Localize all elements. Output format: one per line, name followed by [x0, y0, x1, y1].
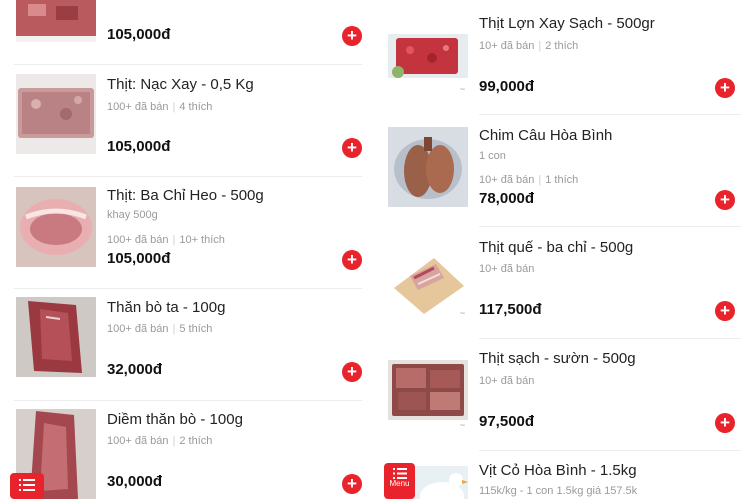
add-to-cart-button[interactable]: +	[715, 78, 735, 98]
sold-count: 10+ đã bán	[479, 263, 535, 275]
product-price: 32,000đ	[107, 361, 163, 378]
divider	[14, 400, 362, 401]
product-image[interactable]	[16, 187, 96, 267]
add-to-cart-button[interactable]: +	[342, 138, 362, 158]
product-name[interactable]: Thịt Lợn Xay Sạch - 500gr	[479, 15, 655, 32]
product-name[interactable]: Vịt Cỏ Hòa Bình - 1.5kg	[479, 462, 637, 479]
image-caption-mark: ~	[460, 308, 466, 318]
product-stats: 10+ đã bán	[479, 375, 534, 387]
menu-button[interactable]	[10, 473, 44, 499]
product-name[interactable]: Diềm thăn bò - 100g	[107, 411, 243, 428]
add-to-cart-button[interactable]: +	[715, 301, 735, 321]
product-price: 99,000đ	[479, 78, 535, 95]
product-price: 117,500đ	[479, 301, 542, 318]
sold-count: 100+ đã bán	[107, 234, 169, 246]
sold-count: 100+ đã bán	[107, 435, 169, 447]
product-image[interactable]	[412, 466, 468, 499]
product-stats: 100+ đã bán | 10+ thích	[107, 234, 225, 246]
plus-icon: +	[347, 26, 357, 45]
like-count: 2 thích	[545, 40, 579, 52]
product-stats: 100+ đã bán | 2 thích	[107, 435, 213, 447]
plus-icon: +	[720, 413, 730, 432]
plus-icon: +	[720, 78, 730, 97]
menu-list-icon	[19, 479, 35, 491]
product-name[interactable]: Thịt quế - ba chỉ - 500g	[479, 239, 633, 256]
product-stats: 100+ đã bán | 4 thích	[107, 101, 213, 113]
plus-icon: +	[347, 250, 357, 269]
divider	[14, 64, 362, 65]
product-image[interactable]	[16, 0, 96, 42]
add-to-cart-button[interactable]: +	[342, 250, 362, 270]
divider	[479, 226, 741, 227]
product-price: 78,000đ	[479, 190, 535, 207]
add-to-cart-button[interactable]: +	[342, 26, 362, 46]
plus-icon: +	[347, 138, 357, 157]
divider	[479, 114, 741, 115]
product-image[interactable]	[388, 360, 468, 420]
product-price: 105,000đ	[107, 138, 171, 155]
add-to-cart-button[interactable]: +	[715, 190, 735, 210]
sold-count: 10+ đã bán	[479, 40, 535, 52]
sold-count: 10+ đã bán	[479, 174, 535, 186]
product-stats: 10+ đã bán	[479, 263, 534, 275]
image-caption-mark: ~	[460, 84, 466, 94]
product-variant: 115k/kg - 1 con 1.5kg giá 157.5k	[479, 485, 638, 497]
product-name[interactable]: Thịt: Nạc Xay - 0,5 Kg	[107, 76, 254, 93]
menu-list-icon	[392, 468, 407, 479]
product-variant: khay 500g	[107, 209, 158, 221]
product-image[interactable]	[388, 34, 468, 78]
sold-count: 10+ đã bán	[479, 375, 535, 387]
sold-count: 100+ đã bán	[107, 323, 169, 335]
product-price: 105,000đ	[107, 250, 171, 267]
product-name[interactable]: Chim Câu Hòa Bình	[479, 127, 612, 144]
like-count: 4 thích	[179, 101, 213, 113]
divider	[14, 176, 362, 177]
product-name[interactable]: Thịt: Ba Chỉ Heo - 500g	[107, 187, 264, 204]
product-image[interactable]	[388, 127, 468, 207]
divider	[479, 450, 741, 451]
plus-icon: +	[720, 301, 730, 320]
product-price: 30,000đ	[107, 473, 163, 490]
product-stats: 100+ đã bán | 5 thích	[107, 323, 213, 335]
product-stats: 10+ đã bán | 2 thích	[479, 40, 579, 52]
add-to-cart-button[interactable]: +	[342, 474, 362, 494]
plus-icon: +	[347, 362, 357, 381]
plus-icon: +	[347, 474, 357, 493]
add-to-cart-button[interactable]: +	[342, 362, 362, 382]
product-variant: 1 con	[479, 150, 506, 162]
menu-button[interactable]: Menu	[384, 463, 415, 499]
product-image[interactable]	[16, 74, 96, 154]
like-count: 1 thích	[545, 174, 579, 186]
divider	[479, 338, 741, 339]
menu-label: Menu	[389, 479, 410, 488]
product-name[interactable]: Thăn bò ta - 100g	[107, 299, 225, 316]
product-price: 105,000đ	[107, 26, 171, 43]
image-caption-mark: ~	[460, 420, 466, 430]
divider	[14, 288, 362, 289]
like-count: 2 thích	[179, 435, 213, 447]
product-stats: 10+ đã bán | 1 thích	[479, 174, 579, 186]
like-count: 10+ thích	[179, 234, 225, 246]
product-name[interactable]: Thịt sạch - sườn - 500g	[479, 350, 636, 367]
product-image[interactable]	[388, 238, 468, 318]
plus-icon: +	[720, 190, 730, 209]
product-image[interactable]	[16, 297, 96, 377]
sold-count: 100+ đã bán	[107, 101, 169, 113]
add-to-cart-button[interactable]: +	[715, 413, 735, 433]
product-price: 97,500đ	[479, 413, 535, 430]
like-count: 5 thích	[179, 323, 213, 335]
